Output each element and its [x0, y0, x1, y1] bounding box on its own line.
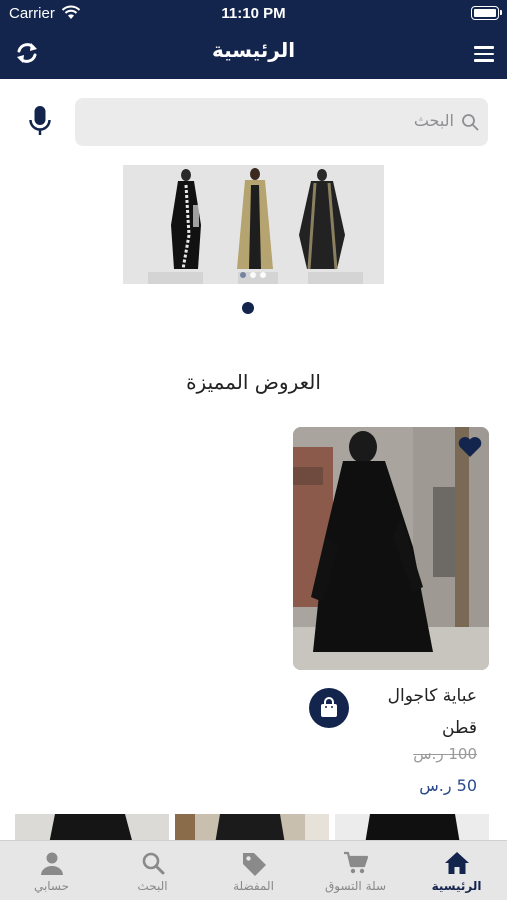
old-price: 100 ر.س	[413, 745, 477, 763]
heart-icon[interactable]	[457, 435, 483, 459]
tab-cart-label: سلة التسوق	[324, 879, 387, 893]
tab-home[interactable]: الرئيسية	[406, 841, 507, 900]
tab-favorites-label: المفضلة	[233, 879, 274, 893]
carousel-page-dot[interactable]	[242, 302, 254, 314]
featured-section-title: العروض المميزة	[186, 370, 321, 394]
tag-icon	[242, 853, 266, 876]
tab-favorites[interactable]: المفضلة	[203, 841, 304, 900]
search-input[interactable]: البحث	[75, 98, 488, 146]
tab-home-label: الرئيسية	[431, 879, 482, 893]
search-placeholder: البحث	[413, 111, 454, 130]
product-name-line-2: قطن	[441, 718, 477, 738]
hamburger-menu-icon[interactable]	[474, 46, 494, 62]
battery-icon	[471, 6, 502, 20]
product-photo	[293, 427, 489, 670]
product-image[interactable]	[293, 427, 489, 670]
search-icon	[142, 852, 164, 875]
clock: 11:10 PM	[221, 5, 286, 22]
home-icon	[444, 852, 469, 874]
banner-image	[123, 165, 384, 284]
tab-search[interactable]: البحث	[102, 841, 203, 900]
add-to-cart-button[interactable]	[309, 688, 349, 728]
person-icon	[40, 852, 63, 875]
bottom-tab-bar: الرئيسية سلة التسوق المفضلة البحث حسابي	[0, 840, 507, 900]
page-title: الرئيسية	[211, 38, 296, 62]
promo-banner[interactable]	[123, 165, 384, 284]
tab-account-label: حسابي	[33, 879, 70, 893]
product-name[interactable]: عباية كاجوال قطن	[367, 680, 477, 744]
search-icon	[462, 114, 479, 131]
sale-price: 50 ر.س	[419, 776, 477, 795]
banner-indicator	[240, 272, 266, 278]
tab-account[interactable]: حسابي	[1, 841, 102, 900]
status-bar: Carrier 11:10 PM	[0, 0, 507, 28]
cart-icon	[343, 851, 368, 874]
tab-search-label: البحث	[137, 879, 168, 893]
tab-cart[interactable]: سلة التسوق	[305, 841, 406, 900]
product-name-line-1: عباية كاجوال	[387, 686, 477, 706]
top-bar: Carrier 11:10 PM الرئيسية	[0, 0, 507, 79]
shopping-bag-icon	[321, 697, 337, 717]
microphone-icon[interactable]	[28, 106, 52, 138]
